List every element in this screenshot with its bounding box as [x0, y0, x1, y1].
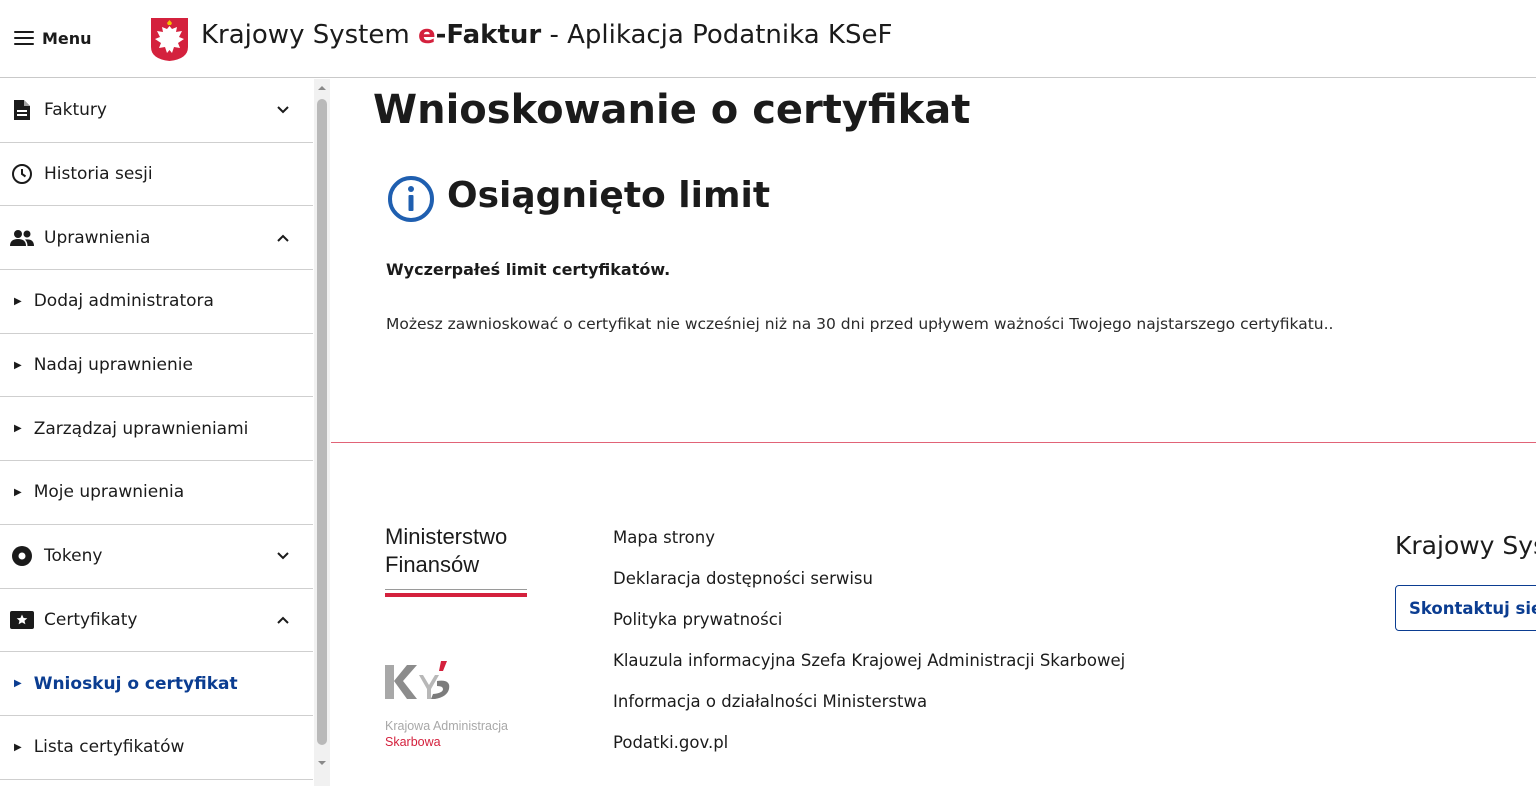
mf-logo-line2: Finansów	[385, 552, 480, 577]
sidebar-item-label: Zarządzaj uprawnieniami	[33, 418, 249, 439]
scroll-up-arrow-icon[interactable]	[317, 83, 327, 93]
triangle-right-icon: ▶	[14, 295, 22, 307]
sidebar-item-uprawnienia[interactable]: Uprawnienia	[0, 206, 313, 271]
sidebar-item-certyfikaty[interactable]: Certyfikaty	[0, 589, 313, 653]
sidebar-item-faktury[interactable]: Faktury	[0, 79, 313, 143]
sidebar-item-lista-certyfikatow[interactable]: ▶ Lista certyfikatów	[0, 716, 313, 780]
token-icon	[10, 544, 34, 568]
sidebar-item-dodaj-administratora[interactable]: ▶ Dodaj administratora	[0, 270, 313, 334]
limit-message-text: Możesz zawnioskować o certyfikat nie wcz…	[386, 315, 1334, 333]
contact-button[interactable]: Skontaktuj się	[1395, 585, 1536, 631]
footer-link-informacja-o-dzialalnosci[interactable]: Informacja o działalności Ministerstwa	[613, 690, 1125, 731]
chevron-up-icon	[277, 616, 289, 624]
sidebar-item-label: Faktury	[44, 100, 107, 121]
triangle-right-icon: ▶	[14, 359, 22, 371]
mf-logo-line1: Ministerstwo	[385, 524, 508, 549]
sidebar-item-wnioskuj-o-certyfikat[interactable]: ▶ Wnioskuj o certyfikat	[0, 652, 313, 716]
menu-button[interactable]: Menu	[14, 26, 92, 50]
chevron-up-icon	[277, 234, 289, 242]
scrollbar-thumb[interactable]	[317, 99, 327, 745]
kas-mark-icon	[385, 661, 450, 699]
sidebar-item-nadaj-uprawnienie[interactable]: ▶ Nadaj uprawnienie	[0, 334, 313, 398]
footer-link-klauzula-informacyjna[interactable]: Klauzula informacyjna Szefa Krajowej Adm…	[613, 649, 1125, 690]
app-header: Menu Krajowy System e-Faktur - Aplikacja…	[0, 0, 1536, 78]
triangle-right-icon: ▶	[14, 486, 22, 498]
triangle-right-icon: ▶	[14, 741, 22, 753]
sidebar-item-label: Tokeny	[44, 546, 103, 567]
sidebar-item-historia-sesji[interactable]: Historia sesji	[0, 143, 313, 207]
triangle-right-icon: ▶	[14, 678, 22, 690]
hamburger-icon	[14, 31, 34, 45]
people-icon	[10, 226, 34, 250]
limit-message-heading: Wyczerpałeś limit certyfikatów.	[386, 260, 671, 279]
sidebar-item-label: Wnioskuj o certyfikat	[33, 673, 238, 694]
footer-link-mapa-strony[interactable]: Mapa strony	[613, 526, 1125, 567]
mf-logo-grey-line	[385, 589, 527, 590]
app-title: Krajowy System e-Faktur - Aplikacja Poda…	[201, 20, 893, 50]
sidebar-item-label: Uprawnienia	[44, 227, 151, 248]
clock-icon	[10, 162, 34, 186]
sidebar-item-label: Historia sesji	[44, 164, 153, 185]
polish-eagle-emblem-icon	[151, 18, 188, 61]
footer-divider	[331, 442, 1536, 443]
scroll-down-arrow-icon[interactable]	[317, 758, 327, 768]
chevron-down-icon	[277, 106, 289, 114]
footer-link-polityka-prywatnosci[interactable]: Polityka prywatności	[613, 608, 1125, 649]
sidebar-nav: Faktury Historia sesji Uprawnienia ▶ Dod…	[0, 79, 313, 786]
footer-links: Mapa strony Deklaracja dostępności serwi…	[613, 526, 1125, 772]
footer-link-podatki-gov[interactable]: Podatki.gov.pl	[613, 731, 1125, 772]
sidebar-item-tokeny[interactable]: Tokeny	[0, 525, 313, 589]
certificate-icon	[10, 608, 34, 632]
kas-logo-line2: Skarbowa	[385, 735, 441, 749]
kas-logo[interactable]: Krajowa Administracja Skarbowa	[385, 659, 545, 751]
main-content: Wnioskowanie o certyfikat Osiągnięto lim…	[331, 79, 1536, 786]
ministerstwo-finansow-logo[interactable]: Ministerstwo Finansów	[385, 523, 535, 597]
sidebar-item-label: Moje uprawnienia	[33, 482, 185, 503]
info-icon	[388, 176, 434, 222]
document-icon	[10, 98, 34, 122]
page-title: Wnioskowanie o certyfikat	[373, 87, 971, 133]
sidebar-item-label: Nadaj uprawnienie	[33, 355, 193, 376]
kas-logo-line1: Krajowa Administracja	[385, 719, 508, 733]
triangle-right-icon: ▶	[14, 423, 22, 435]
sidebar-item-label: Certyfikaty	[44, 609, 138, 630]
sidebar-scrollbar[interactable]	[314, 79, 330, 786]
sidebar-item-zarzadzaj-uprawnieniami[interactable]: ▶ Zarządzaj uprawnieniami	[0, 397, 313, 462]
section-title: Osiągnięto limit	[447, 175, 771, 216]
sidebar-item-label: Dodaj administratora	[33, 291, 214, 312]
footer-system-title: Krajowy Sys	[1395, 531, 1536, 560]
chevron-down-icon	[277, 552, 289, 560]
menu-label: Menu	[42, 28, 92, 48]
sidebar-item-label: Lista certyfikatów	[33, 737, 185, 758]
mf-logo-red-line	[385, 593, 527, 597]
footer-link-deklaracja-dostepnosci[interactable]: Deklaracja dostępności serwisu	[613, 567, 1125, 608]
sidebar-item-moje-uprawnienia[interactable]: ▶ Moje uprawnienia	[0, 461, 313, 525]
